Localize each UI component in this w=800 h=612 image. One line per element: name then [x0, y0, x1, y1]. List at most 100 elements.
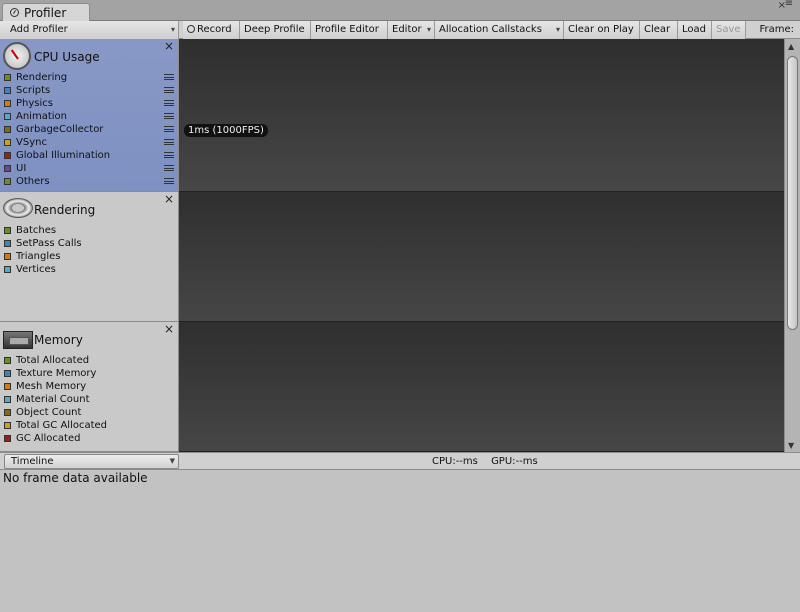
drag-handle-icon[interactable] — [164, 74, 174, 80]
drag-handle-icon[interactable] — [164, 152, 174, 158]
legend-item[interactable]: Vertices — [4, 263, 176, 276]
load-button[interactable]: Load — [678, 21, 712, 39]
add-profiler-dropdown[interactable]: Add Profiler — [0, 21, 179, 39]
profiler-gauge-icon — [10, 8, 19, 17]
frame-label: Frame: — [759, 24, 794, 35]
legend-label: GarbageCollector — [16, 124, 104, 135]
legend-label: UI — [16, 163, 27, 174]
legend-color-swatch — [4, 165, 11, 172]
save-button[interactable]: Save — [712, 21, 746, 39]
clear-button[interactable]: Clear — [640, 21, 678, 39]
drag-handle-icon[interactable] — [164, 113, 174, 119]
memory-graph[interactable] — [179, 322, 784, 452]
legend-label: Material Count — [16, 394, 90, 405]
legend-item[interactable]: Total GC Allocated — [4, 419, 176, 432]
deep-profile-button[interactable]: Deep Profile — [240, 21, 311, 39]
scroll-down-arrow-icon[interactable]: ▼ — [788, 441, 794, 450]
legend-label: Physics — [16, 98, 53, 109]
view-mode-label: Timeline — [11, 456, 54, 467]
legend-label: Animation — [16, 111, 67, 122]
clear-on-play-button[interactable]: Clear on Play — [564, 21, 640, 39]
legend-label: Texture Memory — [16, 368, 97, 379]
memory-panel-close-icon[interactable]: × — [164, 323, 174, 335]
legend-item[interactable]: GC Allocated — [4, 432, 176, 445]
legend-color-swatch — [4, 87, 11, 94]
rendering-panel[interactable]: × Rendering Batches SetPass Calls Triangle… — [0, 192, 179, 322]
rendering-torus-icon — [3, 196, 33, 220]
profile-editor-button[interactable]: Profile Editor — [311, 21, 388, 39]
drag-handle-icon[interactable] — [164, 139, 174, 145]
cpu-legend: Rendering Scripts Physics Animation GarbageC… — [4, 71, 176, 188]
legend-label: SetPass Calls — [16, 238, 82, 249]
detail-toolbar: Timeline ▼ CPU:--ms GPU:--ms — [0, 452, 800, 470]
legend-item[interactable]: Scripts — [4, 84, 176, 97]
view-mode-dropdown[interactable]: Timeline ▼ — [4, 454, 179, 469]
legend-item[interactable]: Animation — [4, 110, 176, 123]
legend-item[interactable]: Texture Memory — [4, 367, 176, 380]
cpu-time-label: CPU:--ms — [432, 456, 478, 467]
profiler-tab[interactable]: Profiler — [2, 3, 90, 22]
legend-item[interactable]: Rendering — [4, 71, 176, 84]
drag-handle-icon[interactable] — [164, 178, 174, 184]
editor-target-dropdown[interactable]: Editor — [388, 21, 435, 39]
cpu-fps-guide-label: 1ms (1000FPS) — [184, 124, 268, 137]
memory-panel[interactable]: × Memory Total Allocated Texture Memory Me… — [0, 322, 179, 452]
legend-item[interactable]: Triangles — [4, 250, 176, 263]
legend-item[interactable]: GarbageCollector — [4, 123, 176, 136]
cpu-usage-panel[interactable]: × CPU Usage Rendering Scripts Physics Anima… — [0, 39, 179, 192]
memory-panel-title: Memory — [34, 333, 83, 347]
memory-legend: Total Allocated Texture Memory Mesh Memory… — [4, 354, 176, 445]
legend-item[interactable]: Object Count — [4, 406, 176, 419]
legend-color-swatch — [4, 126, 11, 133]
rendering-legend: Batches SetPass Calls Triangles Vertices — [4, 224, 176, 276]
record-button[interactable]: Record — [183, 21, 240, 39]
legend-label: Global Illumination — [16, 150, 111, 161]
legend-item[interactable]: Material Count — [4, 393, 176, 406]
legend-color-swatch — [4, 152, 11, 159]
legend-color-swatch — [4, 435, 11, 442]
legend-item[interactable]: Mesh Memory — [4, 380, 176, 393]
legend-item[interactable]: Others — [4, 175, 176, 188]
legend-color-swatch — [4, 396, 11, 403]
legend-item[interactable]: Global Illumination — [4, 149, 176, 162]
legend-color-swatch — [4, 178, 11, 185]
legend-label: Batches — [16, 225, 57, 236]
no-frame-data-message: No frame data available — [3, 471, 148, 485]
legend-color-swatch — [4, 357, 11, 364]
legend-label: Triangles — [16, 251, 61, 262]
gpu-time-label: GPU:--ms — [491, 456, 538, 467]
window-tab-strip: Profiler × ≡ — [0, 0, 800, 22]
legend-item[interactable]: Total Allocated — [4, 354, 176, 367]
legend-color-swatch — [4, 383, 11, 390]
legend-color-swatch — [4, 253, 11, 260]
drag-handle-icon[interactable] — [164, 126, 174, 132]
legend-item[interactable]: UI — [4, 162, 176, 175]
rendering-graph[interactable] — [179, 192, 784, 322]
legend-item[interactable]: VSync — [4, 136, 176, 149]
graphs-vertical-scrollbar[interactable]: ▲ ▼ — [784, 39, 800, 452]
cpu-usage-graph[interactable]: 1ms (1000FPS) — [179, 39, 784, 192]
legend-color-swatch — [4, 74, 11, 81]
drag-handle-icon[interactable] — [164, 165, 174, 171]
legend-item[interactable]: Physics — [4, 97, 176, 110]
legend-color-swatch — [4, 113, 11, 120]
legend-color-swatch — [4, 240, 11, 247]
legend-label: Scripts — [16, 85, 51, 96]
drag-handle-icon[interactable] — [164, 100, 174, 106]
rendering-panel-title: Rendering — [34, 203, 96, 217]
legend-color-swatch — [4, 100, 11, 107]
legend-item[interactable]: SetPass Calls — [4, 237, 176, 250]
cpu-panel-title: CPU Usage — [34, 50, 100, 64]
rendering-panel-close-icon[interactable]: × — [164, 193, 174, 205]
scroll-up-arrow-icon[interactable]: ▲ — [788, 42, 794, 51]
scrollbar-thumb[interactable] — [787, 56, 798, 330]
allocation-callstacks-dropdown[interactable]: Allocation Callstacks — [435, 21, 564, 39]
chevron-down-icon: ▼ — [169, 457, 175, 465]
drag-handle-icon[interactable] — [164, 87, 174, 93]
legend-label: Object Count — [16, 407, 82, 418]
frame-detail-area: No frame data available — [0, 470, 800, 612]
legend-item[interactable]: Batches — [4, 224, 176, 237]
window-menu-icon[interactable]: ≡ — [785, 0, 793, 9]
legend-label: Mesh Memory — [16, 381, 87, 392]
cpu-panel-close-icon[interactable]: × — [164, 40, 174, 52]
